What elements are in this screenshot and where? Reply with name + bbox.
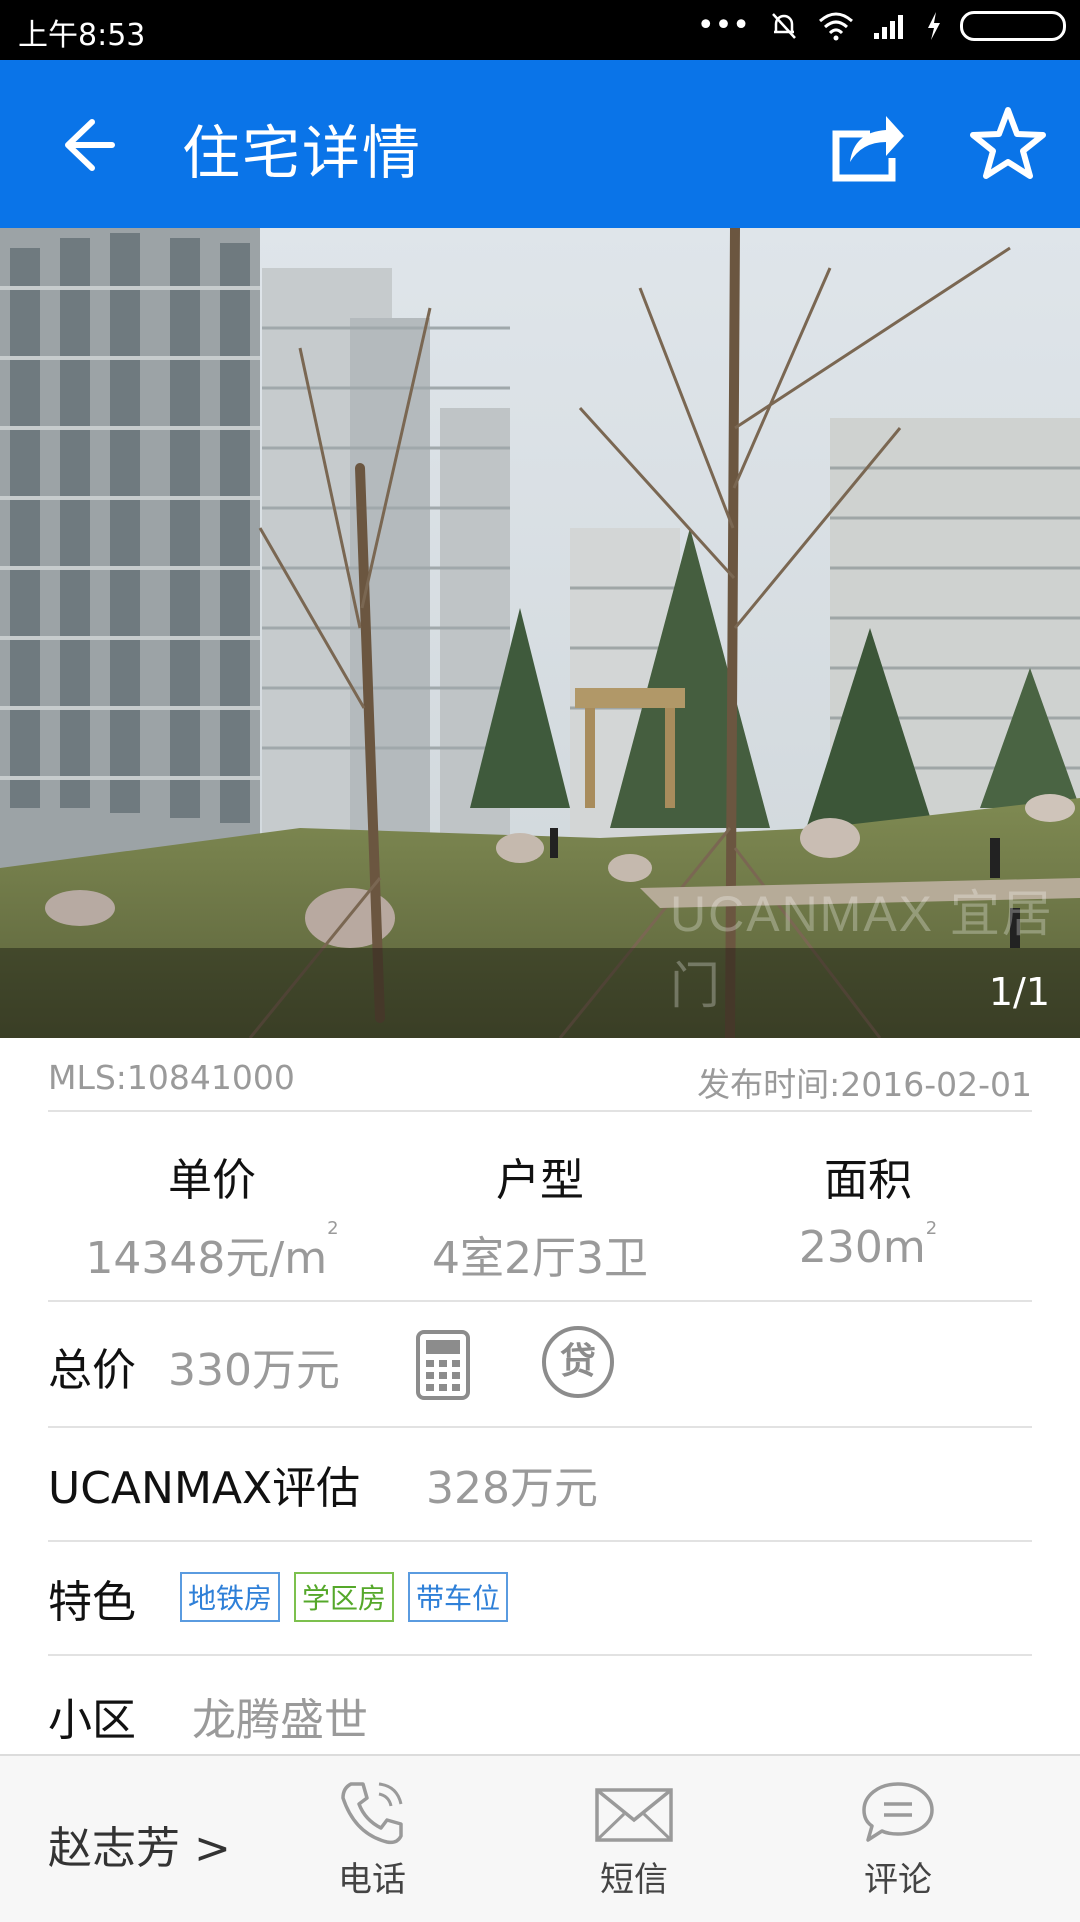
status-icons: •••	[697, 8, 1066, 43]
features-row: 特色 地铁房 学区房 带车位	[48, 1542, 1032, 1656]
stat-value: 230m	[798, 1222, 926, 1273]
envelope-icon	[595, 1788, 673, 1842]
community-row[interactable]: 小区 龙腾盛世	[48, 1656, 1032, 1752]
battery-icon	[960, 10, 1066, 41]
valuation-label: UCANMAX评估	[48, 1463, 361, 1514]
stat-value: 4室2厅3卫	[432, 1233, 648, 1284]
comment-button[interactable]: 评论	[838, 1778, 958, 1901]
mute-bell-icon	[772, 12, 796, 39]
sms-label: 短信	[600, 1860, 668, 1900]
stat-label: 户型	[496, 1155, 584, 1206]
agent-name-link[interactable]: 赵志芳 >	[48, 1812, 231, 1876]
stat-label: 单价	[168, 1155, 256, 1206]
stat-area: 面积 230m2	[704, 1144, 1032, 1273]
charging-icon	[928, 11, 940, 40]
key-stats: 单价 14348元/m2 户型 4室2厅3卫 面积 230m2	[48, 1112, 1032, 1302]
stat-layout: 户型 4室2厅3卫	[376, 1144, 704, 1286]
total-price-value: 330万元	[168, 1345, 340, 1396]
publish-date: 发布时间:2016-02-01	[697, 1065, 1032, 1104]
more-dots-icon: •••	[696, 8, 750, 43]
stat-unit-price: 单价 14348元/m2	[48, 1144, 376, 1286]
valuation-value: 328万元	[426, 1463, 598, 1514]
mls-number: MLS:10841000	[48, 1058, 295, 1097]
total-price-row: 总价 330万元 贷	[48, 1302, 1032, 1428]
stat-label: 面积	[824, 1155, 912, 1206]
signal-icon	[874, 14, 903, 39]
community-value: 龙腾盛世	[192, 1695, 368, 1746]
feature-tag-subway: 地铁房	[180, 1572, 281, 1622]
status-time: 上午8:53	[18, 18, 146, 53]
comment-bubble-icon	[862, 1782, 934, 1842]
features-label: 特色	[48, 1577, 136, 1628]
share-icon[interactable]	[820, 106, 906, 186]
property-photo[interactable]: UCANMAX 宜居门 1/1	[0, 228, 1080, 1038]
wifi-icon	[819, 12, 853, 40]
call-label: 电话	[338, 1860, 406, 1900]
stat-unit-superscript: 2	[925, 1218, 938, 1239]
stat-value: 14348元/m	[85, 1233, 328, 1284]
photo-counter: 1/1	[988, 970, 1050, 1014]
phone-icon	[341, 1782, 403, 1845]
community-label: 小区	[48, 1695, 136, 1746]
feature-tag-school: 学区房	[294, 1572, 395, 1622]
valuation-row: UCANMAX评估 328万元	[48, 1428, 1032, 1542]
feature-tag-parking: 带车位	[408, 1572, 509, 1622]
calculator-icon[interactable]	[416, 1330, 470, 1400]
comment-label: 评论	[864, 1860, 932, 1900]
call-button[interactable]: 电话	[312, 1778, 432, 1901]
listing-meta: MLS:10841000 发布时间:2016-02-01	[48, 1052, 1032, 1112]
status-bar: 上午8:53 •••	[0, 0, 1080, 60]
favorite-star-icon[interactable]	[968, 104, 1048, 184]
app-bar: 住宅详情	[0, 60, 1080, 228]
loan-icon[interactable]: 贷	[542, 1326, 614, 1398]
bottom-action-bar: 赵志芳 > 电话 短信 评论	[0, 1754, 1080, 1922]
stat-unit-superscript: 2	[327, 1218, 339, 1239]
back-arrow-icon[interactable]	[52, 110, 122, 180]
total-price-label: 总价	[48, 1345, 136, 1396]
sms-button[interactable]: 短信	[574, 1778, 694, 1901]
page-title: 住宅详情	[182, 119, 423, 187]
